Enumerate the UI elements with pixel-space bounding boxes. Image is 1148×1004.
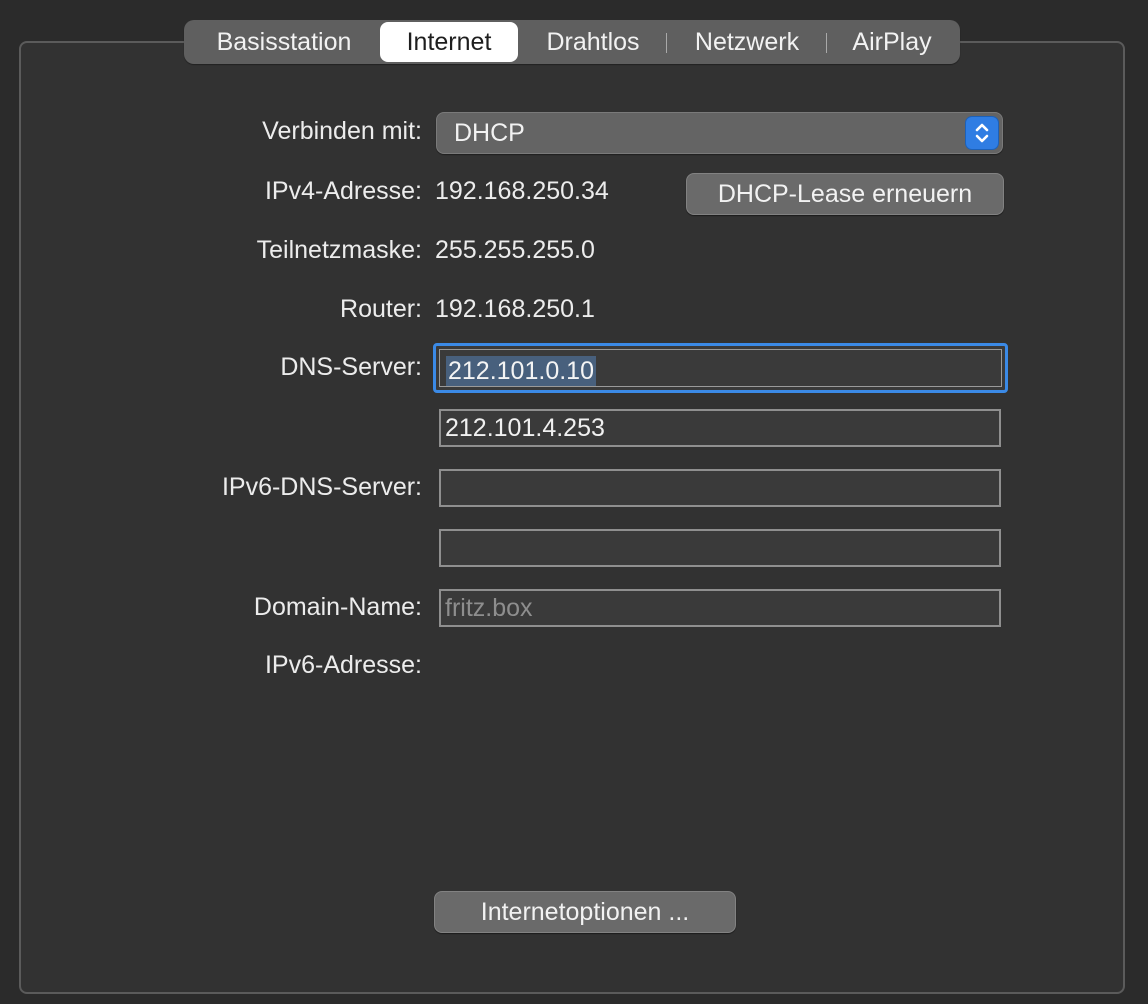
tab-separator xyxy=(826,33,827,53)
connect-select-value: DHCP xyxy=(454,119,525,147)
internet-options-button[interactable]: Internetoptionen ... xyxy=(434,891,736,933)
ipv6-dns-server-2-field[interactable] xyxy=(439,529,1001,567)
subnet-value: 255.255.255.0 xyxy=(435,236,595,264)
connect-select[interactable]: DHCP xyxy=(436,112,1003,154)
ipv6-dns-label: IPv6-DNS-Server: xyxy=(221,473,422,501)
dns-server-1-box: 212.101.0.10 xyxy=(439,349,1002,387)
tab-basisstation[interactable]: Basisstation xyxy=(190,22,378,62)
ipv6-dns-server-1-field[interactable] xyxy=(439,469,1001,507)
dns-label: DNS-Server: xyxy=(280,353,422,381)
tab-drahtlos[interactable]: Drahtlos xyxy=(526,22,660,62)
dns-server-1-value: 212.101.0.10 xyxy=(446,356,596,386)
router-label: Router: xyxy=(340,295,422,323)
chevron-up-down-icon xyxy=(965,116,999,150)
tab-separator xyxy=(666,33,667,53)
router-value: 192.168.250.1 xyxy=(435,295,595,323)
tab-netzwerk[interactable]: Netzwerk xyxy=(674,22,820,62)
ipv6-address-label: IPv6-Adresse: xyxy=(264,651,422,679)
domain-name-label: Domain-Name: xyxy=(253,593,422,621)
subnet-label: Teilnetzmaske: xyxy=(256,236,422,264)
dns-server-2-field[interactable] xyxy=(439,409,1001,447)
tab-internet[interactable]: Internet xyxy=(380,22,518,62)
connect-label: Verbinden mit: xyxy=(262,117,422,145)
tab-airplay[interactable]: AirPlay xyxy=(834,22,950,62)
domain-name-field[interactable] xyxy=(439,589,1001,627)
ipv4-label: IPv4-Adresse: xyxy=(264,177,422,205)
ipv4-value: 192.168.250.34 xyxy=(435,177,609,205)
tab-bar: Basisstation Internet Drahtlos Netzwerk … xyxy=(184,20,960,64)
dns-server-1-field[interactable]: 212.101.0.10 xyxy=(433,343,1008,393)
renew-dhcp-lease-button[interactable]: DHCP-Lease erneuern xyxy=(686,173,1004,215)
